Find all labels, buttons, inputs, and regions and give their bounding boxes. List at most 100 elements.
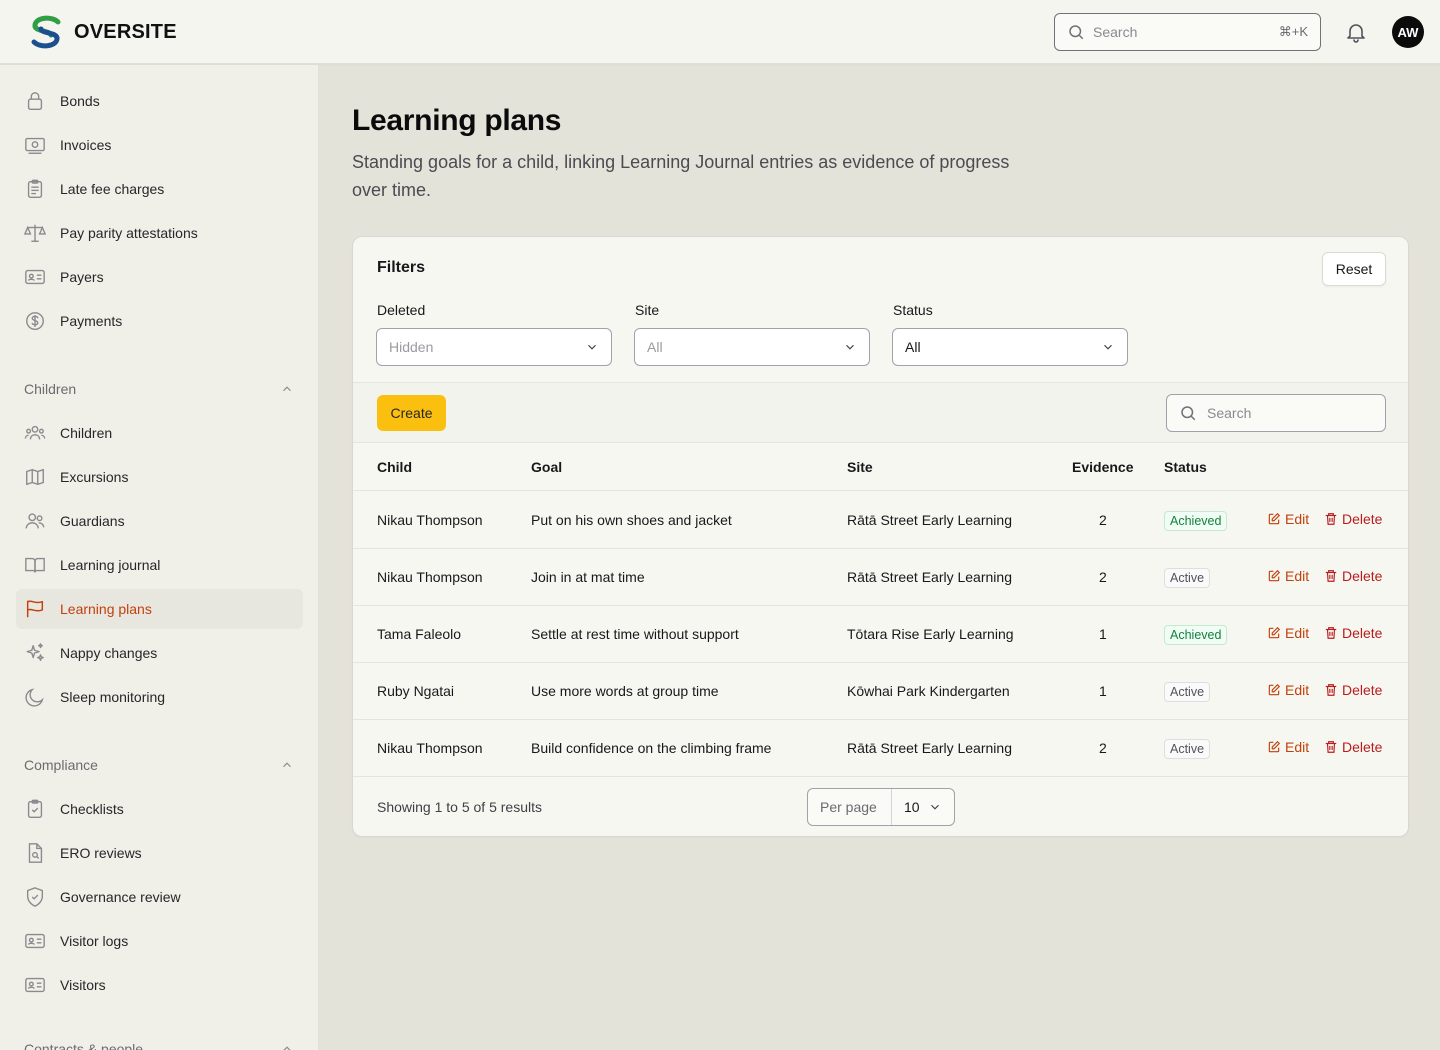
map-icon [26, 468, 44, 486]
global-search-input[interactable]: Search ⌘+K [1054, 13, 1321, 51]
table-search-placeholder: Search [1207, 405, 1252, 421]
delete-button[interactable]: Delete [1324, 625, 1382, 641]
site-filter-select[interactable]: All [634, 328, 870, 366]
edit-button[interactable]: Edit [1267, 511, 1309, 527]
edit-button[interactable]: Edit [1267, 739, 1309, 755]
deleted-filter-value: Hidden [389, 339, 434, 355]
search-icon [1181, 406, 1196, 421]
sidebar-item-label: ERO reviews [60, 845, 142, 861]
sidebar-item-payers[interactable]: Payers [16, 257, 303, 297]
sidebar-item-learning-plans[interactable]: Learning plans [16, 589, 303, 629]
sidebar-item-guardians[interactable]: Guardians [16, 501, 303, 541]
edit-label: Edit [1285, 739, 1310, 755]
section-toggle-children[interactable]: Children [24, 377, 294, 401]
sidebar-item-sleep-monitoring[interactable]: Sleep monitoring [16, 677, 303, 717]
cell-goal: Use more words at group time [531, 683, 719, 699]
cell-goal: Settle at rest time without support [531, 626, 739, 642]
edit-icon [1268, 569, 1281, 582]
scale-icon [24, 224, 46, 242]
cell-site: Rātā Street Early Learning [847, 569, 1012, 585]
sparkles-icon [26, 643, 44, 662]
column-header-child[interactable]: Child [377, 459, 412, 475]
cell-evidence: 2 [1099, 512, 1107, 528]
filter-label-status: Status [893, 302, 933, 318]
column-header-goal[interactable]: Goal [531, 459, 562, 475]
cell-evidence: 1 [1099, 683, 1107, 699]
column-header-site[interactable]: Site [847, 459, 873, 475]
chevron-down-icon [931, 804, 939, 810]
sidebar-item-late-fee-charges[interactable]: Late fee charges [16, 169, 303, 209]
chevron-down-icon [1104, 344, 1112, 350]
brand-name: OVERSITE [74, 20, 177, 43]
deleted-filter-select[interactable]: Hidden [376, 328, 612, 366]
per-page-label: Per page [808, 789, 892, 825]
table-row[interactable]: Nikau Thompson Build confidence on the c… [353, 720, 1408, 777]
edit-button[interactable]: Edit [1267, 682, 1309, 698]
table-row[interactable]: Nikau Thompson Join in at mat time Rātā … [353, 549, 1408, 606]
brand-logo[interactable]: OVERSITE [28, 14, 177, 50]
section-title: Contracts & people [24, 1041, 144, 1050]
pagination-summary: Showing 1 to 5 of 5 results [377, 799, 542, 815]
sidebar-item-pay-parity-attestations[interactable]: Pay parity attestations [16, 213, 303, 253]
table-row[interactable]: Nikau Thompson Put on his own shoes and … [353, 492, 1408, 549]
delete-button[interactable]: Delete [1324, 568, 1382, 584]
status-badge: Achieved [1164, 511, 1228, 531]
create-button[interactable]: Create [377, 395, 446, 431]
filter-label-site: Site [635, 302, 660, 318]
search-icon [1069, 25, 1084, 40]
status-badge: Active [1164, 568, 1211, 588]
sidebar-item-payments[interactable]: Payments [16, 301, 303, 341]
filters-title: Filters [377, 259, 426, 276]
delete-button[interactable]: Delete [1324, 682, 1382, 698]
edit-button[interactable]: Edit [1267, 625, 1309, 641]
section-toggle-contracts[interactable]: Contracts & people [24, 1037, 294, 1050]
sidebar-item-governance-review[interactable]: Governance review [16, 877, 303, 917]
page-description: Standing goals for a child, linking Lear… [352, 152, 1010, 200]
sidebar-item-bonds[interactable]: Bonds [16, 81, 303, 121]
chevron-up-icon [283, 1046, 291, 1050]
reset-filters-button[interactable]: Reset [1322, 252, 1386, 286]
sidebar-item-invoices[interactable]: Invoices [16, 125, 303, 165]
global-search-placeholder: Search [1093, 24, 1138, 40]
delete-button[interactable]: Delete [1324, 739, 1382, 755]
sidebar-item-label: Visitor logs [60, 933, 129, 949]
column-header-status[interactable]: Status [1164, 459, 1207, 475]
edit-button[interactable]: Edit [1267, 568, 1309, 584]
cell-goal: Put on his own shoes and jacket [531, 512, 732, 528]
sidebar-item-visitors[interactable]: Visitors [16, 965, 303, 1005]
trash-icon [1325, 513, 1337, 525]
per-page-select[interactable]: Per page 10 [807, 788, 955, 826]
sidebar-item-excursions[interactable]: Excursions [16, 457, 303, 497]
cell-site: Rātā Street Early Learning [847, 740, 1012, 756]
section-title: Compliance [24, 757, 98, 773]
per-page-value-box[interactable]: 10 [892, 799, 954, 815]
sidebar-item-checklists[interactable]: Checklists [16, 789, 303, 829]
sidebar-item-visitor-logs[interactable]: Visitor logs [16, 921, 303, 961]
bell-icon[interactable] [1344, 20, 1368, 44]
avatar[interactable]: AW [1392, 16, 1424, 48]
status-filter-value: All [905, 339, 921, 355]
table-row[interactable]: Tama Faleolo Settle at rest time without… [353, 606, 1408, 663]
sidebar-item-label: Bonds [60, 93, 100, 109]
sidebar-item-ero-reviews[interactable]: ERO reviews [16, 833, 303, 873]
edit-label: Edit [1285, 625, 1310, 641]
cell-site: Kōwhai Park Kindergarten [847, 683, 1010, 699]
column-header-evidence[interactable]: Evidence [1072, 459, 1133, 475]
delete-button[interactable]: Delete [1324, 511, 1382, 527]
section-toggle-compliance[interactable]: Compliance [24, 753, 294, 777]
chevron-up-icon [283, 762, 291, 768]
id-card-icon [25, 933, 45, 949]
trash-icon [1325, 570, 1337, 582]
sidebar-item-learning-journal[interactable]: Learning journal [16, 545, 303, 585]
table-row[interactable]: Ruby Ngatai Use more words at group time… [353, 663, 1408, 720]
sidebar-item-label: Payers [60, 269, 104, 285]
per-page-value: 10 [904, 799, 920, 815]
site-filter-value: All [647, 339, 663, 355]
status-filter-select[interactable]: All [892, 328, 1128, 366]
sidebar-item-nappy-changes[interactable]: Nappy changes [16, 633, 303, 673]
edit-label: Edit [1285, 568, 1310, 584]
sidebar-item-children[interactable]: Children [16, 413, 303, 453]
search-shortcut: ⌘+K [1278, 24, 1308, 39]
table-search-input[interactable]: Search [1166, 394, 1386, 432]
sidebar-item-label: Visitors [60, 977, 106, 993]
